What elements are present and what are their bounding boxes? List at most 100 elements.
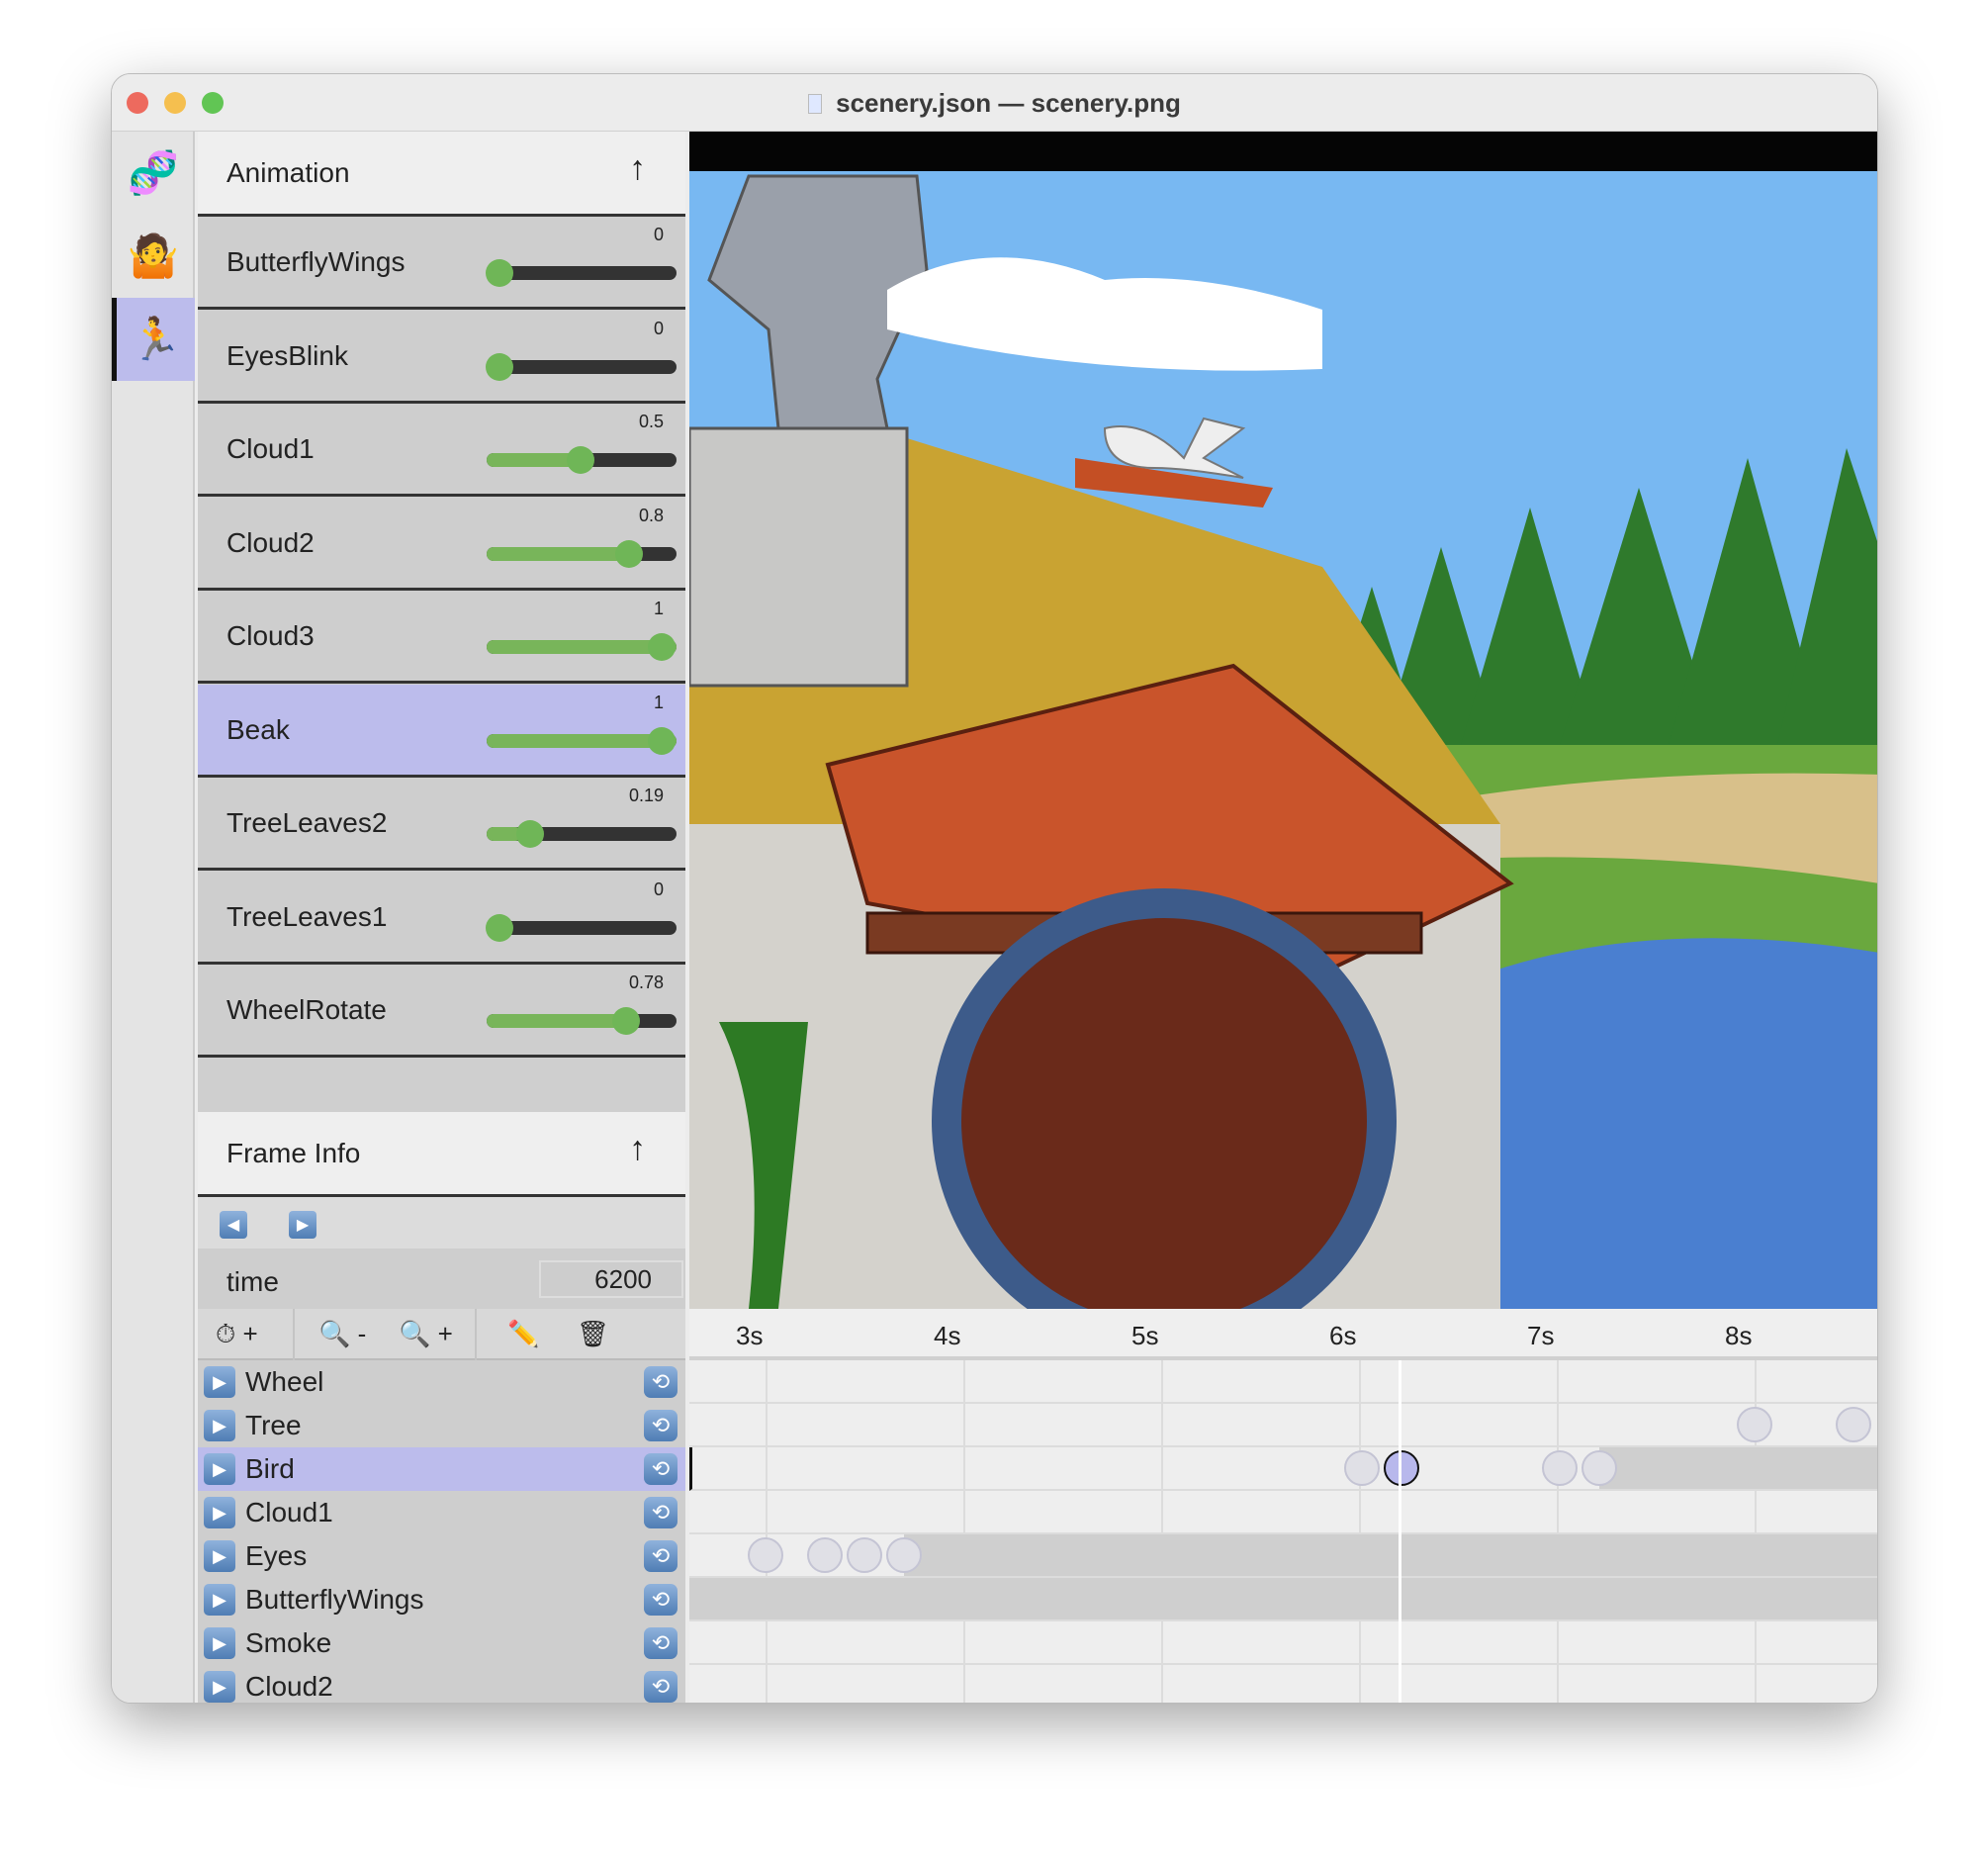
add-keyframe-button[interactable]: ⏱ + [216,1319,258,1350]
timeline-lane[interactable] [689,1491,1877,1534]
slider-track[interactable] [487,820,677,848]
play-track-button[interactable]: ▶ [204,1671,235,1703]
slider-value: 0 [653,318,664,338]
slider-row-wheelrotate[interactable]: WheelRotate 0.78 [198,965,685,1058]
slider-knob[interactable] [647,726,676,755]
track-row-eyes[interactable]: ▶ Eyes ⟲ [198,1534,685,1578]
slider-knob[interactable] [486,352,514,381]
slider-row-cloud2[interactable]: Cloud2 0.8 [198,497,685,591]
timeline[interactable]: 3s 4s 5s 6s 7s 8s [689,1309,1877,1703]
slider-track[interactable] [487,633,677,661]
play-track-button[interactable]: ▶ [204,1453,235,1485]
play-track-button[interactable]: ▶ [204,1497,235,1528]
loop-toggle-icon[interactable]: ⟲ [644,1627,678,1659]
slider-knob[interactable] [615,539,643,568]
keyframe[interactable] [1581,1450,1617,1486]
slider-knob[interactable] [516,820,545,848]
slider-row-cloud3[interactable]: Cloud3 1 [198,591,685,684]
slider-track[interactable] [487,1007,677,1035]
play-track-button[interactable]: ▶ [204,1366,235,1398]
timeline-lane[interactable] [689,1578,1877,1621]
keyframe[interactable] [847,1537,882,1573]
loop-toggle-icon[interactable]: ⟲ [644,1366,678,1398]
slider-track[interactable] [486,352,677,381]
slider-knob[interactable] [647,633,676,661]
slider-knob[interactable] [611,1007,640,1035]
collapse-arrow-icon[interactable]: ↑ [629,1130,646,1168]
play-track-button[interactable]: ▶ [204,1410,235,1441]
slider-label: Cloud2 [226,526,315,558]
keyframe[interactable] [1836,1407,1871,1442]
collapse-arrow-icon[interactable]: ↑ [629,149,646,188]
tick-label: 7s [1527,1321,1555,1350]
keyframe[interactable] [1344,1450,1380,1486]
frame-info-header[interactable]: Frame Info ↑ [198,1112,685,1197]
time-ruler[interactable]: 3s 4s 5s 6s 7s 8s [689,1309,1877,1360]
trash-delete-button[interactable]: 🗑 [577,1319,609,1349]
keyframe[interactable] [1737,1407,1772,1442]
slider-track[interactable] [486,913,677,942]
track-name: ButterflyWings [245,1584,424,1615]
slider-track[interactable] [487,539,677,568]
keyframe[interactable] [748,1537,783,1573]
slider-track[interactable] [487,726,677,755]
keyframe[interactable] [1542,1450,1578,1486]
keyframe[interactable] [807,1537,843,1573]
play-track-button[interactable]: ▶ [204,1627,235,1659]
zoom-out-button[interactable]: 🔍 - [318,1319,366,1349]
keyframe[interactable] [886,1537,922,1573]
slider-row-beak[interactable]: Beak 1 [198,684,685,778]
slider-track[interactable] [486,259,677,287]
play-track-button[interactable]: ▶ [204,1540,235,1572]
slider-row-eyesblink[interactable]: EyesBlink 0 [198,310,685,404]
loop-toggle-icon[interactable]: ⟲ [644,1584,678,1616]
animation-header[interactable]: Animation ↑ [198,132,685,217]
slider-row-treeleaves1[interactable]: TreeLeaves1 0 [198,871,685,965]
track-row-cloud2[interactable]: ▶ Cloud2 ⟲ [198,1665,685,1703]
track-row-cloud1[interactable]: ▶ Cloud1 ⟲ [198,1491,685,1534]
shrug-person-icon[interactable]: 🤷 [112,215,195,298]
loop-toggle-icon[interactable]: ⟲ [644,1410,678,1441]
timeline-lane[interactable] [689,1404,1877,1447]
time-input[interactable]: 6200 [539,1260,683,1298]
slider-row-butterflywings[interactable]: ButterflyWings 0 [198,217,685,310]
slider-label: ButterflyWings [226,246,406,277]
track-row-butterflywings[interactable]: ▶ ButterflyWings ⟲ [198,1578,685,1621]
timeline-lane[interactable] [689,1665,1877,1703]
keyframe-span [689,1578,1877,1619]
timeline-lane[interactable] [689,1621,1877,1665]
slider-row-cloud1[interactable]: Cloud1 0.5 [198,404,685,497]
slider-knob[interactable] [486,913,514,942]
loop-toggle-icon[interactable]: ⟲ [644,1453,678,1485]
window-title-text: scenery.json — scenery.png [836,88,1181,118]
slider-track[interactable] [487,446,677,474]
slider-label: TreeLeaves1 [226,900,388,932]
timeline-lane[interactable] [689,1447,1877,1491]
animation-header-label: Animation [226,157,350,188]
slider-knob[interactable] [486,259,514,287]
timeline-lane[interactable] [689,1534,1877,1578]
timeline-lane[interactable] [689,1360,1877,1404]
scene-canvas[interactable] [689,132,1877,1309]
tick-label: 8s [1725,1321,1753,1350]
zoom-in-button[interactable]: 🔍 + [399,1319,453,1349]
slider-label: WheelRotate [226,994,387,1025]
slider-row-treeleaves2[interactable]: TreeLeaves2 0.19 [198,778,685,871]
track-row-tree[interactable]: ▶ Tree ⟲ [198,1404,685,1447]
dna-icon[interactable]: 🧬 [112,132,195,215]
next-frame-button[interactable]: ▶ [289,1211,316,1239]
pencil-edit-button[interactable]: ✏️ [507,1319,539,1349]
loop-toggle-icon[interactable]: ⟲ [644,1540,678,1572]
play-track-button[interactable]: ▶ [204,1584,235,1616]
loop-toggle-icon[interactable]: ⟲ [644,1497,678,1528]
slider-knob[interactable] [567,446,595,474]
loop-toggle-icon[interactable]: ⟲ [644,1671,678,1703]
running-person-icon[interactable]: 🏃 [112,298,195,381]
playhead[interactable] [1399,1360,1401,1703]
track-row-smoke[interactable]: ▶ Smoke ⟲ [198,1621,685,1665]
keyframe[interactable] [1384,1450,1419,1486]
previous-frame-button[interactable]: ◀ [220,1211,247,1239]
track-row-bird[interactable]: ▶ Bird ⟲ [198,1447,685,1491]
track-row-wheel[interactable]: ▶ Wheel ⟲ [198,1360,685,1404]
slider-value: 1 [653,692,664,712]
